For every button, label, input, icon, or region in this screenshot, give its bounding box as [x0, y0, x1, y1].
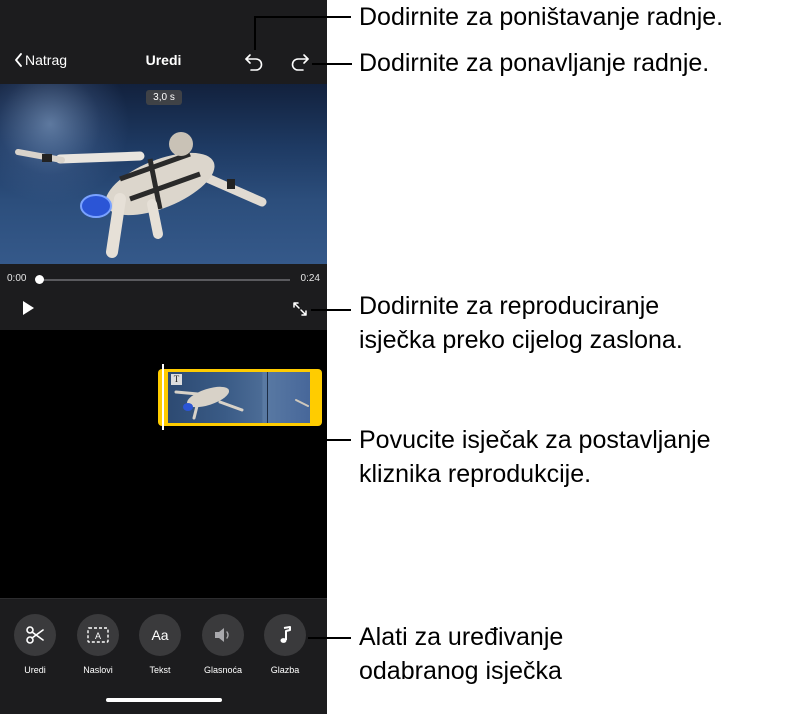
- scissors-icon: [26, 626, 44, 644]
- fullscreen-leader-line: [311, 309, 351, 311]
- callout-tools-line1: Alati za uređivanje: [359, 623, 564, 651]
- tool-music-button[interactable]: [264, 614, 306, 656]
- navigation-bar: [0, 0, 327, 84]
- svg-text:A: A: [95, 631, 101, 641]
- undo-icon: [245, 54, 263, 71]
- redo-leader-line: [312, 63, 352, 65]
- tool-label-volume: Glasnoća: [203, 665, 243, 675]
- tool-text-button[interactable]: Aa: [139, 614, 181, 656]
- redo-icon: [291, 54, 309, 71]
- fullscreen-button[interactable]: [291, 300, 309, 318]
- playhead: [162, 364, 164, 430]
- undo-leader-vertical: [254, 16, 256, 50]
- titles-icon: A: [87, 627, 109, 643]
- play-button[interactable]: [20, 300, 36, 316]
- callout-fullscreen-line2: isječka preko cijelog zaslona.: [359, 326, 683, 354]
- clip-duration-badge: 3,0 s: [146, 90, 182, 105]
- undo-button[interactable]: [243, 51, 265, 73]
- callout-redo: Dodirnite za ponavljanje radnje.: [359, 49, 710, 77]
- tool-volume-button[interactable]: [202, 614, 244, 656]
- page-title: Uredi: [145, 52, 182, 68]
- clip-thumbnails: [168, 372, 310, 423]
- tool-label-music: Glazba: [270, 665, 300, 675]
- callout-drag-line1: Povucite isječak za postavljanje: [359, 426, 711, 454]
- callout-undo: Dodirnite za poništavanje radnje.: [359, 3, 724, 31]
- title-indicator-icon: T: [171, 374, 182, 385]
- clip-thumbnail-image: [174, 386, 309, 420]
- callout-fullscreen-line1: Dodirnite za reproduciranje: [359, 292, 660, 320]
- tools-leader-line: [308, 637, 351, 639]
- video-preview[interactable]: [0, 84, 327, 264]
- music-note-icon: [280, 626, 291, 643]
- tool-label-text: Tekst: [149, 665, 171, 675]
- callout-drag-line2: kliznika reprodukcije.: [359, 460, 592, 488]
- tool-label-titles: Naslovi: [83, 665, 113, 675]
- expand-icon: [293, 302, 307, 316]
- tool-titles-button[interactable]: A: [77, 614, 119, 656]
- drag-leader-line: [163, 439, 351, 441]
- speaker-icon: [215, 628, 229, 642]
- tool-edit-button[interactable]: [14, 614, 56, 656]
- home-indicator: [106, 698, 222, 702]
- current-time: 0:00: [7, 273, 27, 284]
- playback-controls: 0:00 0:24: [0, 264, 327, 330]
- thumbnail-divider: [267, 372, 268, 423]
- skydiver-image: [15, 132, 267, 258]
- tool-label-edit: Uredi: [24, 665, 46, 675]
- scrubber-knob[interactable]: [35, 275, 44, 284]
- text-icon: Aa: [151, 627, 169, 643]
- callout-tools-line2: odabranog isječka: [359, 657, 562, 685]
- undo-leader-line: [254, 16, 351, 18]
- redo-button[interactable]: [289, 51, 311, 73]
- total-time: 0:24: [300, 273, 320, 284]
- scrubber-track[interactable]: [38, 279, 290, 281]
